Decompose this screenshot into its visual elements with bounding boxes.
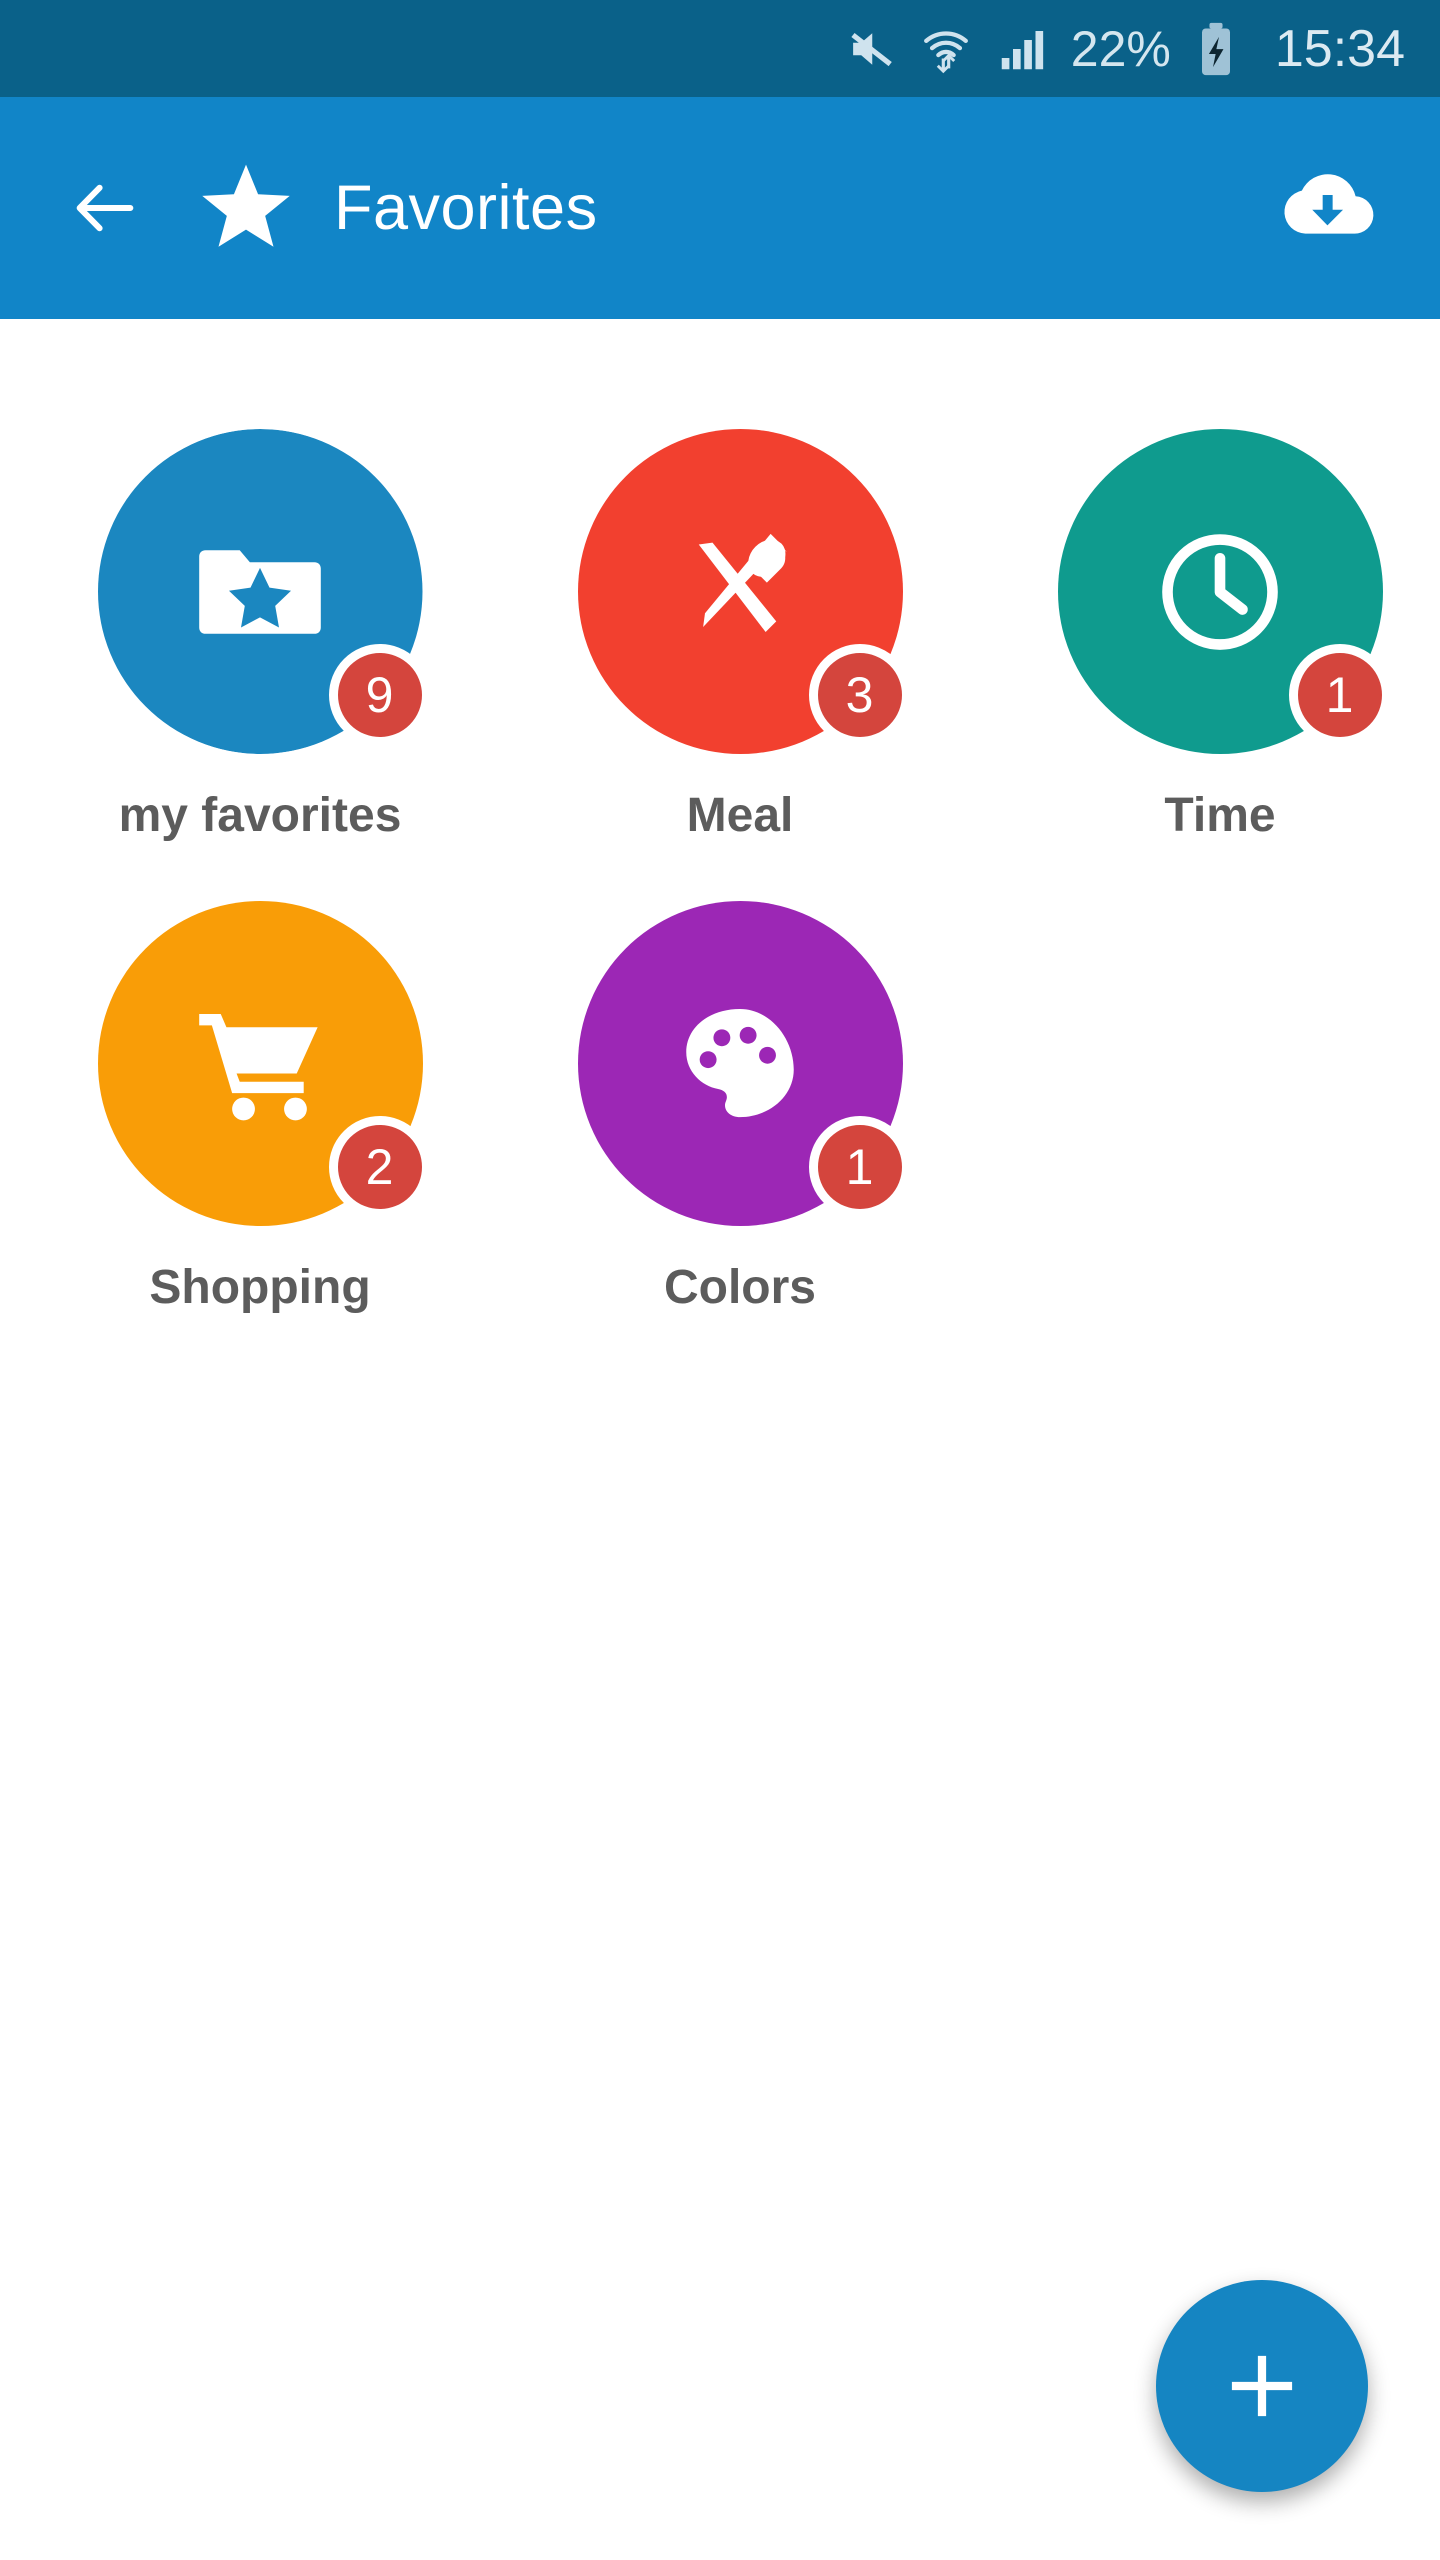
category-label: Shopping xyxy=(149,1261,371,1314)
app-bar: Favorites xyxy=(0,97,1440,319)
category-label: Colors xyxy=(663,1261,816,1314)
category-circle-wrapper[interactable]: 1 xyxy=(1057,429,1391,754)
shopping-cart-icon xyxy=(199,1013,318,1120)
badge-count: 1 xyxy=(1288,644,1391,746)
clock-label: 15:34 xyxy=(1274,19,1405,78)
app-screen: 22% 15:34 Favorites 9 my favorites 3 Mea… xyxy=(0,0,1440,2560)
volume-mute-icon xyxy=(843,22,897,76)
badge-count: 9 xyxy=(328,644,431,746)
status-bar-icons: 22% 15:34 xyxy=(843,21,1405,77)
back-button[interactable] xyxy=(62,165,148,251)
cellular-signal-icon xyxy=(995,22,1049,76)
cloud-download-icon[interactable] xyxy=(1272,153,1382,263)
grid-item-my-favorites[interactable]: 9 my favorites xyxy=(40,429,480,843)
category-circle-wrapper[interactable]: 1 xyxy=(577,901,911,1226)
cutlery-icon xyxy=(698,533,787,632)
category-label: my favorites xyxy=(118,789,402,842)
grid-item-meal[interactable]: 3 Meal xyxy=(520,429,960,843)
paint-palette-icon xyxy=(686,1008,794,1117)
page-title: Favorites xyxy=(334,173,598,243)
category-circle-wrapper[interactable]: 9 xyxy=(97,429,431,754)
grid-item-colors[interactable]: 1 Colors xyxy=(520,901,960,1315)
star-icon xyxy=(196,158,296,258)
category-label: Meal xyxy=(686,789,794,842)
category-grid: 9 my favorites 3 Meal 1 Time 2 Shopping … xyxy=(0,429,1440,1373)
battery-percent-label: 22% xyxy=(1070,20,1171,77)
category-circle-wrapper[interactable]: 3 xyxy=(577,429,911,754)
grid-item-time[interactable]: 1 Time xyxy=(1000,429,1440,843)
grid-item-shopping[interactable]: 2 Shopping xyxy=(40,901,480,1315)
status-bar: 22% 15:34 xyxy=(0,0,1440,97)
add-button[interactable] xyxy=(1156,2280,1368,2492)
content-area: 9 my favorites 3 Meal 1 Time 2 Shopping … xyxy=(0,319,1440,2560)
badge-count: 1 xyxy=(808,1116,911,1218)
category-label: Time xyxy=(1164,789,1276,842)
wifi-transfer-icon xyxy=(919,22,973,76)
plus-icon xyxy=(1231,2355,1293,2417)
folder-star-icon xyxy=(199,549,321,634)
app-bar-leading-group: Favorites xyxy=(0,158,598,258)
badge-count: 2 xyxy=(328,1116,431,1218)
badge-count: 3 xyxy=(808,644,911,746)
clock-icon xyxy=(1162,533,1278,650)
category-circle-wrapper[interactable]: 2 xyxy=(97,901,431,1226)
battery-charging-icon xyxy=(1193,21,1239,77)
